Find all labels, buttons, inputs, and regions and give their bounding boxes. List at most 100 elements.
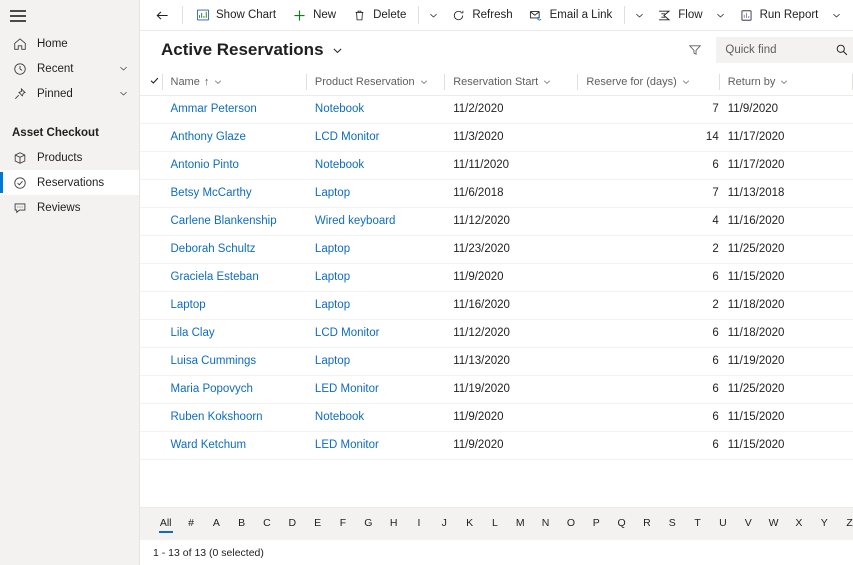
cell-name[interactable]: Ammar Peterson	[161, 95, 306, 124]
sidebar-item-reviews[interactable]: Reviews	[0, 195, 139, 220]
delete-chevron-down-icon[interactable]	[423, 0, 443, 30]
product-link[interactable]: Wired keyboard	[315, 215, 396, 227]
column-header-name[interactable]: Name ↑	[161, 69, 306, 96]
record-link[interactable]: Ruben Kokshoorn	[171, 411, 263, 423]
cell-product-reservation[interactable]: Laptop	[305, 179, 445, 208]
record-link[interactable]: Ammar Peterson	[171, 103, 257, 115]
product-link[interactable]: Laptop	[315, 271, 350, 283]
table-row[interactable]: Lila Clay LCD Monitor 11/12/2020 6 11/18/202…	[140, 319, 853, 348]
new-button[interactable]: New	[284, 0, 344, 30]
table-row[interactable]: Graciela Esteban Laptop 11/9/2020 6 11/15/20…	[140, 263, 853, 292]
product-link[interactable]: Notebook	[315, 103, 364, 115]
email-a-link-button[interactable]: Email a Link	[521, 0, 621, 30]
sidebar-item-reservations[interactable]: Reservations	[0, 170, 139, 195]
cell-name[interactable]: Luisa Cummings	[161, 347, 306, 376]
cell-product-reservation[interactable]: LED Monitor	[305, 375, 445, 404]
row-select-checkbox[interactable]	[140, 319, 162, 348]
row-select-checkbox[interactable]	[140, 151, 162, 180]
cell-name[interactable]: Antonio Pinto	[161, 151, 306, 180]
table-row[interactable]: Antonio Pinto Notebook 11/11/2020 6 11/17/20…	[140, 151, 853, 180]
cell-name[interactable]: Ward Ketchum	[161, 431, 306, 460]
search-input[interactable]	[725, 44, 835, 56]
filter-icon[interactable]	[682, 37, 708, 63]
alpha-filter-x[interactable]: X	[786, 516, 811, 533]
product-link[interactable]: LED Monitor	[315, 383, 379, 395]
record-link[interactable]: Lila Clay	[171, 327, 215, 339]
alpha-filter-c[interactable]: C	[254, 516, 279, 533]
product-link[interactable]: LCD Monitor	[315, 131, 380, 143]
cell-name[interactable]: Betsy McCarthy	[161, 179, 306, 208]
column-header-return-by[interactable]: Return by	[718, 69, 852, 96]
chevron-down-icon[interactable]	[542, 77, 552, 87]
row-select-checkbox[interactable]	[140, 123, 162, 152]
sidebar-item-recent[interactable]: Recent	[0, 56, 139, 81]
refresh-button[interactable]: Refresh	[443, 0, 520, 30]
chevron-down-icon[interactable]	[115, 88, 131, 99]
cell-product-reservation[interactable]: Wired keyboard	[305, 207, 445, 236]
flow-button[interactable]: Flow	[649, 0, 710, 30]
alpha-filter-d[interactable]: D	[280, 516, 305, 533]
search-icon[interactable]	[834, 42, 850, 58]
row-select-checkbox[interactable]	[140, 95, 162, 124]
alpha-filter-b[interactable]: B	[229, 516, 254, 533]
table-row[interactable]: Maria Popovych LED Monitor 11/19/2020 6 11/2…	[140, 375, 853, 404]
record-link[interactable]: Luisa Cummings	[171, 355, 257, 367]
record-link[interactable]: Antonio Pinto	[171, 159, 239, 171]
alpha-filter-j[interactable]: J	[432, 516, 457, 533]
row-select-checkbox[interactable]	[140, 291, 162, 320]
table-row[interactable]: Carlene Blankenship Wired keyboard 11/12/2…	[140, 207, 853, 236]
table-row[interactable]: Ruben Kokshoorn Notebook 11/9/2020 6 11/15/2…	[140, 403, 853, 432]
product-link[interactable]: Laptop	[315, 187, 350, 199]
record-link[interactable]: Betsy McCarthy	[171, 187, 252, 199]
cell-product-reservation[interactable]: LCD Monitor	[305, 123, 445, 152]
cell-name[interactable]: Ruben Kokshoorn	[161, 403, 306, 432]
alpha-filter-v[interactable]: V	[736, 516, 761, 533]
more-vertical-icon[interactable]	[846, 0, 853, 30]
chevron-down-icon[interactable]	[779, 77, 789, 87]
page-title[interactable]: Active Reservations	[161, 40, 324, 60]
product-link[interactable]: LCD Monitor	[315, 327, 380, 339]
alpha-filter-a[interactable]: A	[204, 516, 229, 533]
alpha-filter-l[interactable]: L	[482, 516, 507, 533]
cell-name[interactable]: Graciela Esteban	[161, 263, 306, 292]
sidebar-item-pinned[interactable]: Pinned	[0, 81, 139, 106]
alpha-filter-z[interactable]: Z	[837, 516, 853, 533]
table-row[interactable]: Ward Ketchum LED Monitor 11/9/2020 6 11/15/2…	[140, 431, 853, 460]
view-selector-chevron-down-icon[interactable]	[331, 44, 344, 57]
cell-name[interactable]: Lila Clay	[161, 319, 306, 348]
row-select-checkbox[interactable]	[140, 347, 162, 376]
column-header-reservation-start[interactable]: Reservation Start	[444, 69, 578, 96]
table-row[interactable]: Anthony Glaze LCD Monitor 11/3/2020 14 11/17…	[140, 123, 853, 152]
alpha-filter-w[interactable]: W	[761, 516, 786, 533]
table-row[interactable]: Ammar Peterson Notebook 11/2/2020 7 11/9/202…	[140, 95, 853, 124]
product-link[interactable]: Notebook	[315, 159, 364, 171]
cell-product-reservation[interactable]: Notebook	[305, 151, 445, 180]
alpha-filter-h[interactable]: H	[381, 516, 406, 533]
record-link[interactable]: Ward Ketchum	[171, 439, 247, 451]
flow-chevron-down-icon[interactable]	[711, 0, 731, 30]
sidebar-item-home[interactable]: Home	[0, 31, 139, 56]
alpha-filter-g[interactable]: G	[356, 516, 381, 533]
email-chevron-down-icon[interactable]	[629, 0, 649, 30]
alpha-filter-e[interactable]: E	[305, 516, 330, 533]
alpha-filter-q[interactable]: Q	[609, 516, 634, 533]
show-chart-button[interactable]: Show Chart	[187, 0, 284, 30]
record-link[interactable]: Maria Popovych	[171, 383, 253, 395]
product-link[interactable]: Laptop	[315, 243, 350, 255]
cell-product-reservation[interactable]: Laptop	[305, 263, 445, 292]
table-row[interactable]: Luisa Cummings Laptop 11/13/2020 6 11/19/202…	[140, 347, 853, 376]
chevron-down-icon[interactable]	[213, 77, 223, 87]
row-select-checkbox[interactable]	[140, 263, 162, 292]
select-all-header[interactable]	[140, 69, 162, 96]
cell-product-reservation[interactable]: Laptop	[305, 291, 445, 320]
column-header-product-reservation[interactable]: Product Reservation	[305, 69, 445, 96]
cell-product-reservation[interactable]: Notebook	[305, 95, 445, 124]
alpha-filter-hash[interactable]: #	[178, 516, 203, 533]
row-select-checkbox[interactable]	[140, 375, 162, 404]
alpha-filter-all[interactable]: All	[153, 516, 178, 533]
row-select-checkbox[interactable]	[140, 403, 162, 432]
table-row[interactable]: Betsy McCarthy Laptop 11/6/2018 7 11/13/2018	[140, 179, 853, 208]
chevron-down-icon[interactable]	[419, 77, 429, 87]
delete-button[interactable]: Delete	[344, 0, 414, 30]
chevron-down-icon[interactable]	[115, 63, 131, 74]
